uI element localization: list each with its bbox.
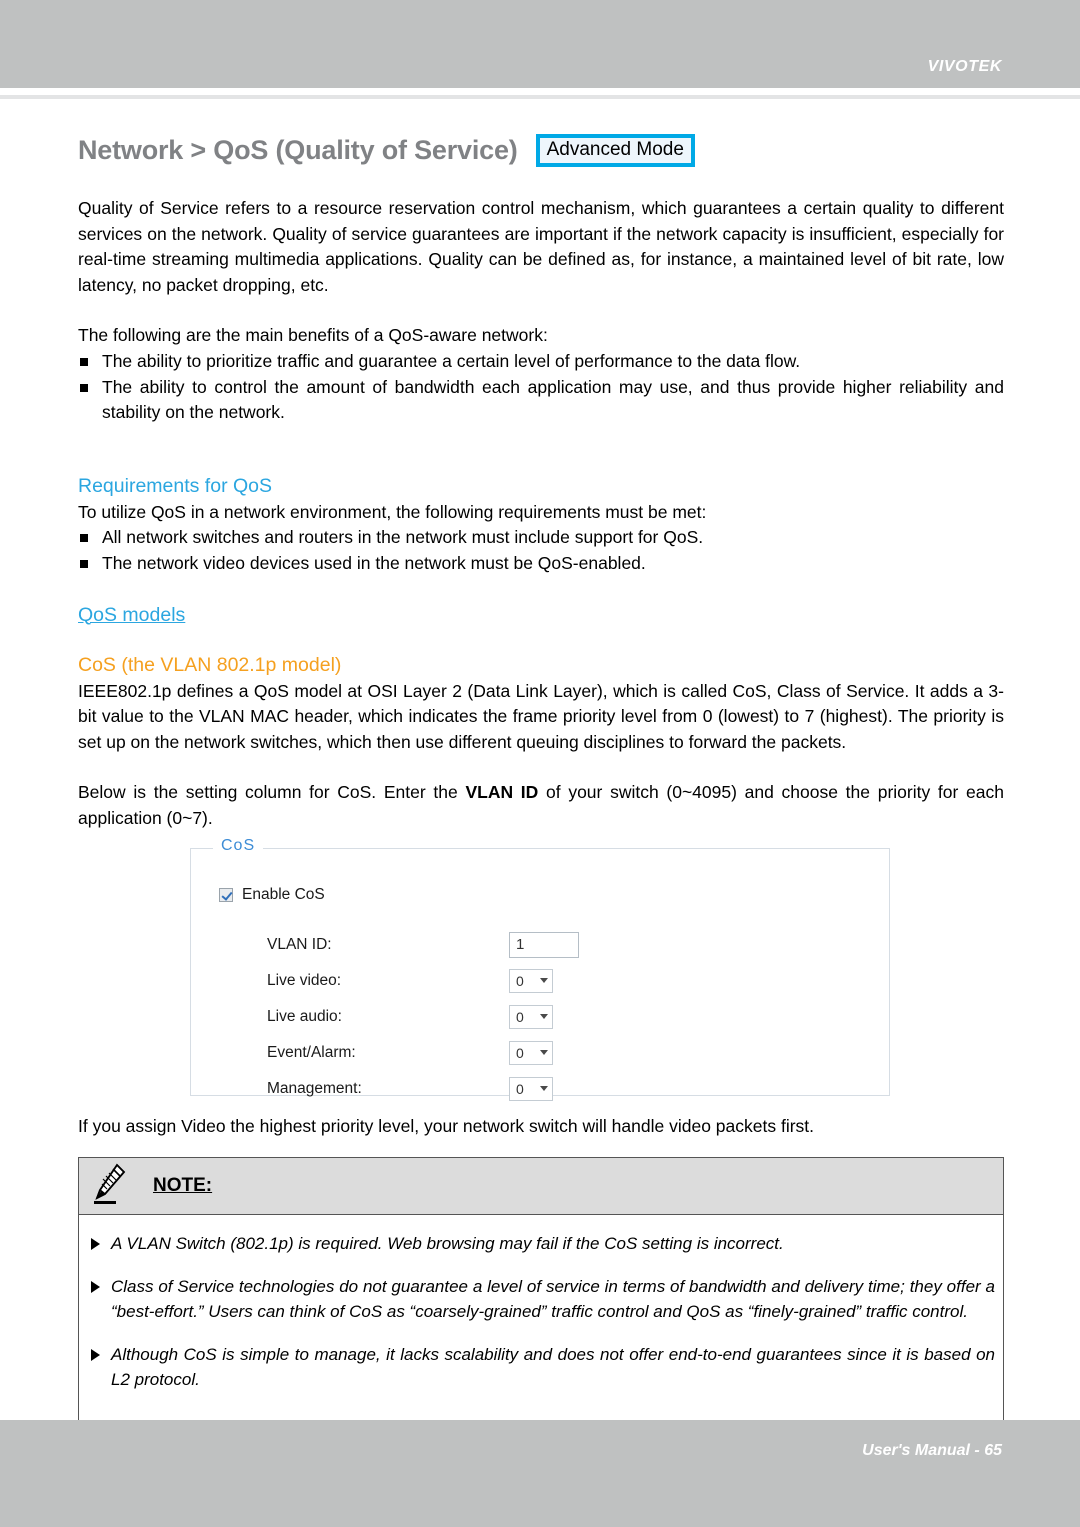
vlan-id-emphasis: VLAN ID: [465, 782, 539, 803]
note-body: A VLAN Switch (802.1p) is required. Web …: [79, 1215, 1003, 1421]
note-item: Class of Service technologies do not gua…: [89, 1274, 995, 1325]
section-heading-cos: CoS (the VLAN 802.1p model): [78, 653, 342, 676]
benefits-list: The ability to prioritize traffic and gu…: [78, 349, 1004, 426]
cos-paragraph: IEEE802.1p defines a QoS model at OSI La…: [78, 680, 1004, 752]
note-item: A VLAN Switch (802.1p) is required. Web …: [89, 1231, 995, 1257]
chevron-down-icon: [540, 1014, 548, 1019]
setting-intro-pre: Below is the setting column for CoS. Ent…: [78, 782, 466, 803]
vlan-id-input[interactable]: 1: [509, 931, 579, 958]
pencil-icon: [93, 1162, 127, 1211]
field-label: Live audio:: [267, 1007, 342, 1025]
note-box: NOTE: A VLAN Switch (802.1p) is required…: [78, 1157, 1004, 1422]
intro-paragraph: Quality of Service refers to a resource …: [78, 198, 1004, 295]
field-vlan-id: VLAN ID: 1: [267, 927, 827, 963]
list-item: All network switches and routers in the …: [78, 525, 1004, 551]
enable-cos-row[interactable]: Enable CoS: [219, 886, 325, 904]
section-heading-requirements: Requirements for QoS: [78, 474, 273, 497]
event-alarm-select[interactable]: 0: [509, 1040, 553, 1065]
live-audio-select[interactable]: 0: [509, 1004, 553, 1029]
document-content: Quality of Service refers to a resource …: [78, 196, 1004, 1422]
page-footer-bar: User's Manual - 65: [0, 1420, 1080, 1527]
requirements-lead: To utilize QoS in a network environment,…: [78, 501, 707, 522]
management-select[interactable]: 0: [509, 1076, 553, 1101]
title-row: Network > QoS (Quality of Service) Advan…: [78, 134, 1002, 168]
header-divider: [0, 95, 1080, 99]
vivotek-logo: VIVOTEK: [927, 58, 1002, 75]
chevron-down-icon: [540, 978, 548, 983]
chevron-down-icon: [540, 1050, 548, 1055]
note-item: Although CoS is simple to manage, it lac…: [89, 1342, 995, 1393]
note-header: NOTE:: [79, 1158, 1003, 1216]
cos-panel-legend: CoS: [213, 836, 264, 855]
footer-page-label: User's Manual - 65: [862, 1442, 1002, 1459]
cos-settings-panel: CoS Enable CoS VLAN ID: 1 Live video: 0: [190, 836, 890, 1101]
field-label: Management:: [267, 1079, 362, 1097]
field-management: Management: 0: [267, 1071, 827, 1107]
select-value: 0: [516, 1044, 524, 1061]
enable-cos-label: Enable CoS: [242, 885, 325, 903]
list-item: The network video devices used in the ne…: [78, 551, 1004, 577]
select-value: 0: [516, 1080, 524, 1097]
page-header-bar: VIVOTEK: [0, 0, 1080, 88]
select-value: 0: [516, 972, 524, 989]
field-event-alarm: Event/Alarm: 0: [267, 1035, 827, 1071]
page-title: Network > QoS (Quality of Service): [78, 135, 518, 166]
cos-panel-wrapper: CoS Enable CoS VLAN ID: 1 Live video: 0: [78, 836, 1004, 1101]
after-panel-paragraph: If you assign Video the highest priority…: [78, 1115, 815, 1136]
advanced-mode-badge[interactable]: Advanced Mode: [535, 134, 695, 168]
section-heading-qos-models[interactable]: QoS models: [78, 601, 1004, 629]
field-label: Live video:: [267, 971, 342, 989]
cos-field-list: VLAN ID: 1 Live video: 0 Live audio: 0 E…: [267, 927, 827, 1107]
field-live-video: Live video: 0: [267, 963, 827, 999]
field-live-audio: Live audio: 0: [267, 999, 827, 1035]
live-video-select[interactable]: 0: [509, 968, 553, 993]
field-label: VLAN ID:: [267, 935, 332, 953]
requirements-list: All network switches and routers in the …: [78, 525, 1004, 576]
field-label: Event/Alarm:: [267, 1043, 356, 1061]
benefits-lead: The following are the main benefits of a…: [78, 325, 548, 346]
list-item: The ability to control the amount of ban…: [78, 375, 1004, 426]
setting-intro-paragraph: Below is the setting column for CoS. Ent…: [78, 780, 1004, 831]
enable-cos-checkbox[interactable]: [219, 887, 233, 902]
list-item: The ability to prioritize traffic and gu…: [78, 349, 1004, 375]
chevron-down-icon: [540, 1086, 548, 1091]
select-value: 0: [516, 1008, 524, 1025]
note-title: NOTE:: [153, 1175, 213, 1197]
